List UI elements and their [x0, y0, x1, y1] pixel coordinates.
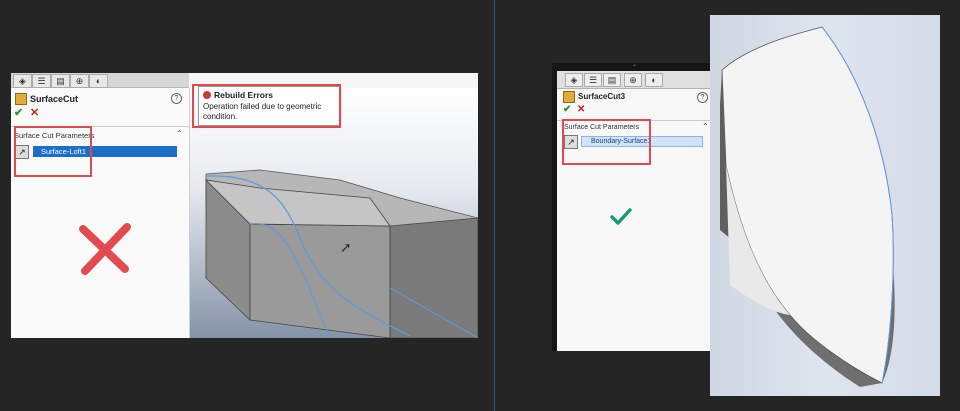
- collapse-chevron-icon[interactable]: ⌃: [702, 122, 709, 131]
- display-manager-tab-icon[interactable]: ◐: [89, 74, 108, 88]
- left-tab-bar: ◈ ☰ ▤ ⊕ ◐: [11, 73, 189, 88]
- dimxpert-tab-icon[interactable]: ⊕: [70, 74, 89, 88]
- parameters-highlight-box: [14, 126, 92, 177]
- svg-text:➚: ➚: [340, 240, 352, 256]
- surface-cut-feature-icon: [15, 93, 27, 105]
- cancel-button[interactable]: ✕: [30, 106, 39, 119]
- divider-line: [494, 0, 495, 411]
- feature-manager-tab-icon[interactable]: ◈: [565, 73, 583, 87]
- collapse-chevron-icon[interactable]: ⌃: [176, 129, 183, 138]
- ok-button[interactable]: ✔: [563, 104, 571, 115]
- help-icon[interactable]: ?: [697, 92, 708, 103]
- feature-title: SurfaceCut3: [578, 92, 626, 101]
- success-check-mark: [610, 208, 632, 225]
- help-icon[interactable]: ?: [171, 93, 182, 104]
- panel-grip-icon[interactable]: ⌃: [632, 64, 637, 71]
- dimxpert-tab-icon[interactable]: ⊕: [624, 73, 642, 87]
- cut-surface-model: [720, 26, 895, 387]
- feature-title: SurfaceCut: [30, 94, 79, 104]
- parameters-highlight-box: [562, 119, 651, 165]
- error-highlight-box: [192, 84, 341, 128]
- right-tab-bar: ◈ ☰ ▤ ⊕ ◐: [557, 71, 710, 89]
- ok-button[interactable]: ✔: [14, 106, 23, 119]
- config-manager-tab-icon[interactable]: ▤: [603, 73, 621, 87]
- right-graphics-viewport: [710, 15, 940, 396]
- property-manager-tab-icon[interactable]: ☰: [32, 74, 51, 88]
- display-manager-tab-icon[interactable]: ◐: [645, 73, 663, 87]
- surface-cut-feature-icon: [563, 91, 575, 103]
- feature-manager-tab-icon[interactable]: ◈: [13, 74, 32, 88]
- failure-cross-mark: [79, 223, 131, 275]
- config-manager-tab-icon[interactable]: ▤: [51, 74, 70, 88]
- cancel-button[interactable]: ✕: [577, 104, 585, 115]
- property-manager-tab-icon[interactable]: ☰: [584, 73, 602, 87]
